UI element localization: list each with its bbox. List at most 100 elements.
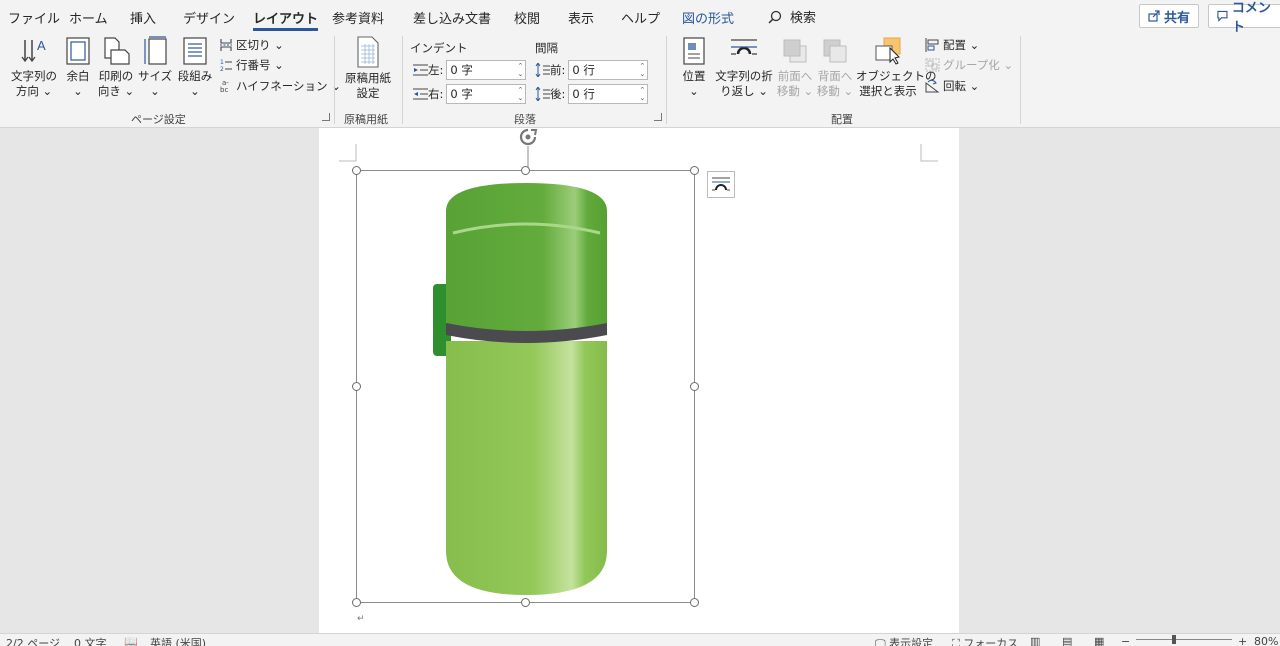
zoom-in-button[interactable]: + [1238,635,1247,646]
tab-view[interactable]: 表示 [568,8,594,27]
genko-settings-button[interactable]: 原稿用紙 設定 [338,36,398,101]
tab-layout[interactable]: レイアウト [253,8,319,31]
align-button[interactable]: 配置 ⌄ [925,37,979,53]
selected-picture[interactable] [352,166,699,607]
group-icon [925,58,940,72]
indent-right-input[interactable]: 0 字 ⌃ ⌄ [446,84,527,104]
resize-handle-top-right[interactable] [690,166,699,175]
web-layout-icon[interactable]: ▦ [1094,635,1104,646]
indent-left-input[interactable]: 0 字 ⌃ ⌄ [446,60,527,80]
columns-button[interactable]: 段組み ⌄ [175,36,215,99]
rotate-button[interactable]: 回転 ⌄ [925,78,979,94]
tab-references[interactable]: 参考資料 [332,8,384,27]
text-direction-button[interactable]: A 文字列の 方向 ⌄ [6,36,62,99]
indent-left-label: 左: [428,63,444,77]
text-direction-icon: A [21,38,46,63]
indent-left-value: 0 字 [450,63,473,77]
orientation-button[interactable]: 印刷の 向き ⌄ [96,36,136,99]
tab-file[interactable]: ファイル [8,8,60,27]
margin-corner-mark [920,144,938,162]
zoom-out-button[interactable]: − [1121,635,1130,646]
indent-title: インデント [410,41,468,55]
resize-handle-top[interactable] [521,166,530,175]
tab-picture-format[interactable]: 図の形式 [682,8,734,27]
tab-mailings[interactable]: 差し込み文書 [413,8,491,27]
resize-handle-bottom[interactable] [521,598,530,607]
indent-right-icon [413,88,428,100]
hyphenation-button[interactable]: a-bc ハイフネーション ⌄ [219,78,341,94]
resize-handle-bottom-left[interactable] [352,598,361,607]
spacing-before-row: 前: 0 行 ⌃ ⌄ [535,60,649,80]
rotate-label: 回転 ⌄ [943,79,980,93]
paragraph-group-label: 段落 [514,113,536,126]
zoom-slider-track[interactable] [1136,639,1232,640]
proofing-icon[interactable]: 📖 [124,635,138,646]
vertical-scrollbar[interactable] [1274,128,1280,633]
resize-handle-right[interactable] [690,382,699,391]
focus-button[interactable]: ⛶ フォーカス [952,635,1018,646]
separator [1020,36,1021,124]
display-settings-label: 表示設定 [889,637,934,646]
print-layout-icon[interactable]: ▤ [1062,635,1072,646]
group-button[interactable]: グループ化 ⌄ [925,57,1013,73]
margins-button[interactable]: 余白 ⌄ [62,36,94,99]
size-button[interactable]: サイズ ⌄ [138,36,172,99]
wrap-text-button[interactable]: 文字列の折 り返し ⌄ [714,36,774,99]
thermos-bottle-illustration [433,183,607,595]
spacing-after-value: 0 行 [572,87,595,101]
resize-handle-left[interactable] [352,382,361,391]
position-button[interactable]: 位置 ⌄ [676,36,712,99]
line-numbers-button[interactable]: 12 行番号 ⌄ [219,57,284,73]
bring-forward-button[interactable]: 前面へ 移動 ⌄ [775,36,815,99]
zoom-level[interactable]: 80% [1254,635,1278,646]
display-settings-button[interactable]: 🖵 表示設定 [875,635,933,646]
tab-help[interactable]: ヘルプ [621,8,660,27]
layout-options-button[interactable] [707,171,735,198]
columns-label-1: 段組み [177,69,213,83]
breaks-button[interactable]: 区切り ⌄ [219,37,284,53]
spacing-before-label: 前: [550,63,566,77]
indent-left-icon [413,64,428,76]
position-label-2: ⌄ [689,84,699,98]
comments-button[interactable]: コメント [1208,1,1280,35]
spin-arrows-icon[interactable]: ⌃ ⌄ [518,86,524,102]
indent-right-row: 右: 0 字 ⌃ ⌄ [413,84,527,104]
rotate-handle-icon[interactable] [515,126,541,172]
selection-pane-icon [875,37,901,65]
separator [334,36,335,124]
tab-design[interactable]: デザイン [183,8,235,27]
hyphenation-label: ハイフネーション ⌄ [236,79,341,93]
spacing-after-input[interactable]: 0 行 ⌃ ⌄ [568,84,649,104]
search-box[interactable]: 検索 [768,7,816,26]
document-page[interactable]: ↵ [319,128,959,633]
paragraph-launcher-icon[interactable] [654,113,662,121]
separator [666,36,667,124]
page-setup-group-label: ページ設定 [131,113,186,126]
selection-pane-button[interactable]: オブジェクトの 選択と表示 [856,36,937,99]
position-label-1: 位置 [682,69,706,83]
page-count[interactable]: 2/2 ページ [6,635,60,646]
tab-insert[interactable]: 挿入 [130,8,156,27]
tab-home[interactable]: ホーム [69,8,108,27]
word-count[interactable]: 0 文字 [74,635,107,646]
resize-handle-top-left[interactable] [352,166,361,175]
tab-review[interactable]: 校閲 [514,8,540,27]
spin-arrows-icon[interactable]: ⌃ ⌄ [518,62,524,78]
svg-text:A: A [37,38,46,53]
breaks-icon [220,39,232,51]
resize-handle-bottom-right[interactable] [690,598,699,607]
group-label: グループ化 ⌄ [943,58,1014,72]
spacing-after-row: 後: 0 行 ⌃ ⌄ [535,84,649,104]
language-indicator[interactable]: 英語 (米国) [150,635,206,646]
breaks-label: 区切り ⌄ [236,38,284,52]
spacing-before-input[interactable]: 0 行 ⌃ ⌄ [568,60,649,80]
share-button[interactable]: 共有 [1139,4,1199,28]
read-mode-icon[interactable]: ▥ [1030,635,1040,646]
send-backward-button[interactable]: 背面へ 移動 ⌄ [815,36,855,99]
spin-arrows-icon[interactable]: ⌃ ⌄ [640,62,646,78]
page-setup-launcher-icon[interactable] [322,113,330,121]
text-direction-label-1: 文字列の [11,69,57,83]
spin-arrows-icon[interactable]: ⌃ ⌄ [640,86,646,102]
orientation-label-2: 向き ⌄ [97,84,135,98]
zoom-slider-thumb[interactable] [1172,635,1176,644]
